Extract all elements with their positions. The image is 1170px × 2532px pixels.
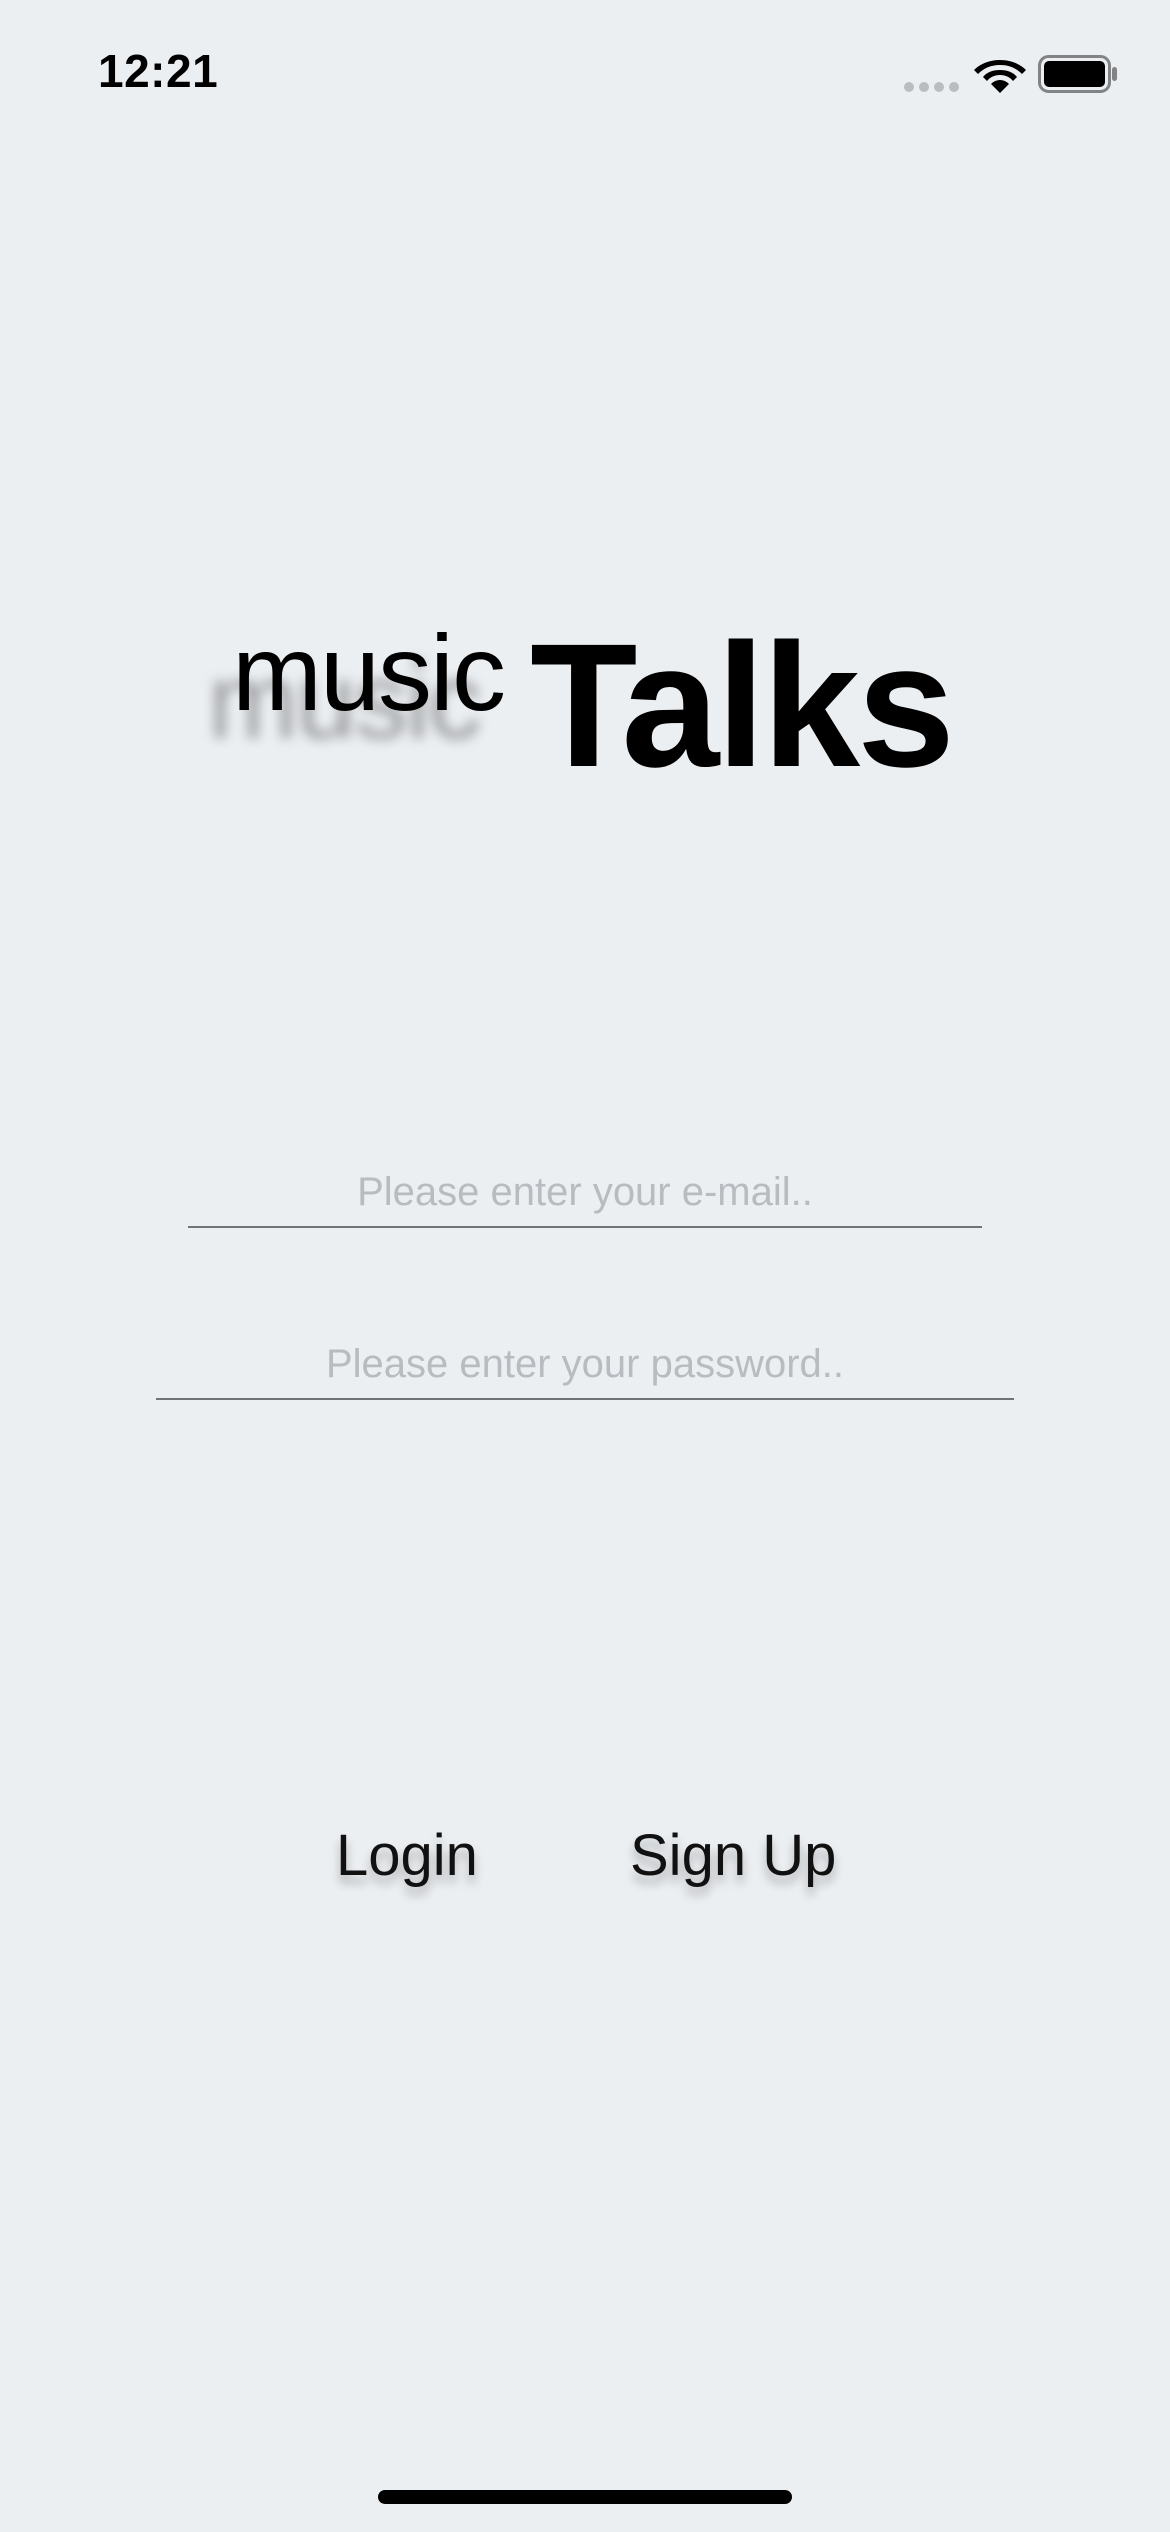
logo-music: music (232, 612, 506, 733)
logo-talks: Talks (530, 608, 955, 804)
home-indicator[interactable] (378, 2490, 792, 2504)
battery-icon (1038, 55, 1117, 93)
wifi-icon (974, 60, 1026, 93)
password-field[interactable] (156, 1336, 1014, 1400)
signup-button[interactable]: Sign Up (630, 1822, 836, 1889)
cellular-signal-icon (904, 82, 960, 92)
email-field[interactable] (188, 1164, 982, 1228)
status-bar: 12:21 (0, 0, 1170, 140)
login-button[interactable]: Login (336, 1822, 478, 1889)
app-logo: music music Talks (0, 600, 1170, 800)
status-time: 12:21 (98, 45, 219, 97)
